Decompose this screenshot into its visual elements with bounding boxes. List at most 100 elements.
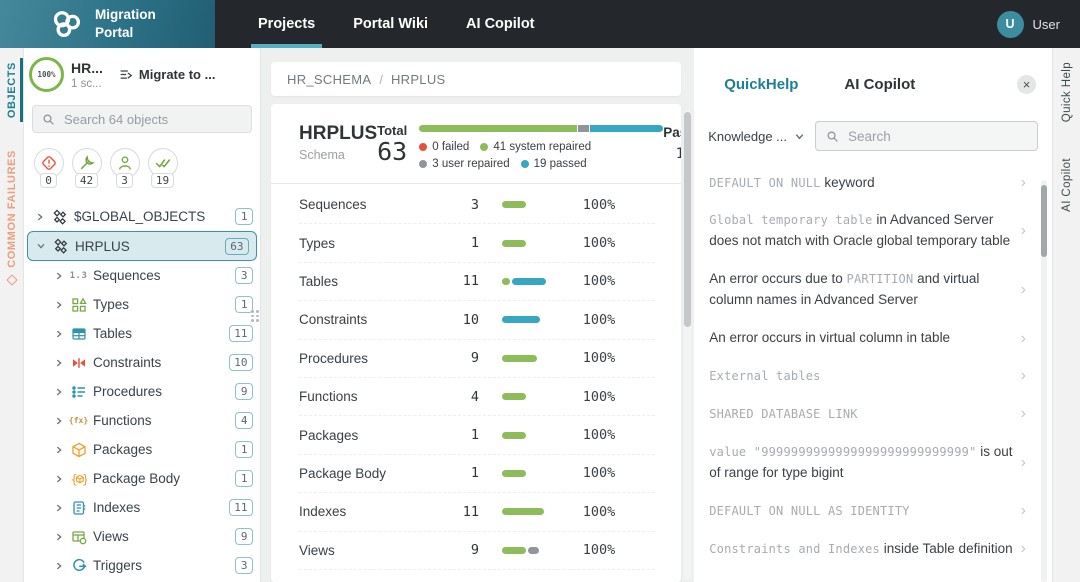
tree-item-views[interactable]: Views9 xyxy=(24,522,260,551)
legend-item: 3 user repaired xyxy=(419,158,509,170)
tree-item-types[interactable]: Types1 xyxy=(24,290,260,319)
status-chip-user-repaired[interactable]: 3 xyxy=(107,148,142,188)
status-chip-passed[interactable]: 19 xyxy=(145,148,180,188)
quickhelp-item[interactable]: Constraints and Indexes inside Table def… xyxy=(709,530,1026,568)
quickhelp-scrollbar-thumb[interactable] xyxy=(1041,185,1047,257)
tree-item-functions[interactable]: {fx}Functions4 xyxy=(24,406,260,435)
quickhelp-scrollbar xyxy=(1041,180,1047,582)
object-row-constraints[interactable]: Constraints10100% xyxy=(299,301,655,339)
nav-tab-projects[interactable]: Projects xyxy=(239,0,334,48)
tree-item-indexes[interactable]: Indexes11 xyxy=(24,493,260,522)
passed-percent: 100% xyxy=(583,235,656,251)
body: OBJECTSCOMMON FAILURES 100% HR... 1 sc..… xyxy=(0,48,1080,582)
code-text: External tables xyxy=(709,369,820,383)
object-row-indexes[interactable]: Indexes11100% xyxy=(299,493,655,531)
object-row-packages[interactable]: Packages1100% xyxy=(299,416,655,454)
object-row-functions[interactable]: Functions4100% xyxy=(299,378,655,416)
passed-percent: 100% xyxy=(583,542,656,558)
tree-item-packages[interactable]: Packages1 xyxy=(24,435,260,464)
chevron-right-icon[interactable] xyxy=(54,474,64,484)
sidebar-search-input[interactable] xyxy=(62,111,242,128)
tree-item-hrplus[interactable]: HRPLUS63 xyxy=(27,231,257,261)
object-row-tables[interactable]: Tables11100% xyxy=(299,263,655,301)
schema-title-block: HRPLUS Schema xyxy=(299,123,377,170)
quickhelp-item-text: SHARED DATABASE LINK xyxy=(709,404,1014,425)
quickhelp-controls: Knowledge ... xyxy=(694,94,1052,151)
tree-item-package-body[interactable]: {}Package Body1 xyxy=(24,464,260,493)
tree-item-triggers[interactable]: Triggers3 xyxy=(24,551,260,580)
breadcrumb-current: HRPLUS xyxy=(391,72,446,87)
chevron-right-icon: › xyxy=(1021,223,1026,239)
chevron-right-icon[interactable] xyxy=(35,212,45,222)
quickhelp-item[interactable]: DEFAULT ON NULL keyword› xyxy=(709,164,1026,202)
app-title: Migration Portal xyxy=(95,6,156,41)
legend-dot xyxy=(521,160,529,168)
tree-item-sequences[interactable]: 1.3Sequences3 xyxy=(24,261,260,290)
chevron-right-icon[interactable] xyxy=(54,445,64,455)
chevron-right-icon[interactable] xyxy=(54,300,64,310)
knowledge-dropdown[interactable]: Knowledge ... xyxy=(708,129,805,144)
chevron-right-icon[interactable] xyxy=(54,358,64,368)
tab-quickhelp[interactable]: QuickHelp xyxy=(724,76,798,93)
quickhelp-search[interactable] xyxy=(815,121,1038,151)
object-row-views[interactable]: Views9100% xyxy=(299,532,655,570)
object-row-package-body[interactable]: Package Body1100% xyxy=(299,455,655,493)
sidebar-search[interactable] xyxy=(32,105,252,133)
migrate-label: Migrate to ... xyxy=(139,67,216,82)
main-panel: HR_SCHEMA / HRPLUS HRPLUS Schema Total 6… xyxy=(261,48,694,582)
code-text: Constraints and Indexes xyxy=(709,542,880,556)
rail-tab-quick-help[interactable]: Quick Help xyxy=(1061,62,1073,122)
quickhelp-list: DEFAULT ON NULL keyword›Global temporary… xyxy=(694,164,1052,582)
tree-item-tables[interactable]: Tables11 xyxy=(24,319,260,348)
count-badge: 1 xyxy=(235,470,253,487)
progress-block: 0 failed41 system repaired3 user repaire… xyxy=(419,123,663,170)
passed-percent: 100% xyxy=(583,350,656,366)
rail-tab-common-failures[interactable]: COMMON FAILURES xyxy=(0,148,23,286)
rail-tab-objects[interactable]: OBJECTS xyxy=(0,60,23,120)
close-panel-button[interactable]: × xyxy=(1017,75,1036,94)
breadcrumb-schema[interactable]: HR_SCHEMA xyxy=(287,72,371,87)
object-progress-bar xyxy=(502,278,546,285)
object-progress-bar xyxy=(502,355,537,362)
status-chip-system-repaired[interactable]: 42 xyxy=(69,148,104,188)
count-badge: 10 xyxy=(229,354,253,371)
user-avatar[interactable]: U xyxy=(997,11,1024,38)
object-row-types[interactable]: Types1100% xyxy=(299,224,655,262)
chevron-down-icon xyxy=(794,131,805,142)
chevron-right-icon[interactable] xyxy=(54,329,64,339)
quickhelp-item[interactable]: External tables› xyxy=(709,358,1026,396)
quickhelp-item[interactable]: An error occurs due to PARTITION and vir… xyxy=(709,261,1026,320)
object-row-procedures[interactable]: Procedures9100% xyxy=(299,340,655,378)
tree-item-global-objects[interactable]: $GLOBAL_OBJECTS1 xyxy=(24,202,260,231)
quickhelp-item[interactable]: An error occurs in virtual column in tab… xyxy=(709,320,1026,358)
main-scrollbar-thumb[interactable] xyxy=(684,112,691,327)
chevron-right-icon[interactable] xyxy=(54,271,64,281)
chevron-right-icon[interactable] xyxy=(54,561,64,571)
tab-ai-copilot[interactable]: AI Copilot xyxy=(844,76,915,93)
chevron-right-icon[interactable] xyxy=(54,532,64,542)
left-rail: OBJECTS COMMON FAILURES xyxy=(0,48,24,582)
tree-item-constraints[interactable]: Constraints10 xyxy=(24,348,260,377)
passed-percent: 100% xyxy=(583,197,656,213)
sidebar-resize-handle[interactable] xyxy=(251,310,259,322)
object-row-sequences[interactable]: Sequences3100% xyxy=(299,186,655,224)
chevron-right-icon[interactable] xyxy=(54,387,64,397)
object-type-label: Types xyxy=(299,236,439,251)
quickhelp-item[interactable]: value "9999999999999999999999999999" is … xyxy=(709,433,1026,492)
quickhelp-search-input[interactable] xyxy=(846,128,1027,145)
count-badge: 4 xyxy=(235,412,253,429)
chevron-right-icon[interactable] xyxy=(54,503,64,513)
chevron-down-icon[interactable] xyxy=(36,241,46,251)
legend-dot xyxy=(480,143,488,151)
status-chip-failed[interactable]: 0 xyxy=(31,148,66,188)
rail-tab-ai-copilot[interactable]: AI Copilot xyxy=(1061,158,1073,212)
quickhelp-item[interactable]: DEFAULT ON NULL AS IDENTITY› xyxy=(709,492,1026,530)
quickhelp-item[interactable]: SHARED DATABASE LINK› xyxy=(709,395,1026,433)
schema-title: HRPLUS xyxy=(299,123,377,145)
tree-item-procedures[interactable]: Procedures9 xyxy=(24,377,260,406)
migrate-to-button[interactable]: Migrate to ... xyxy=(118,67,216,83)
quickhelp-item[interactable]: Global temporary table in Advanced Serve… xyxy=(709,202,1026,261)
chevron-right-icon[interactable] xyxy=(54,416,64,426)
nav-tab-portal-wiki[interactable]: Portal Wiki xyxy=(334,0,447,48)
nav-tab-ai-copilot[interactable]: AI Copilot xyxy=(447,0,553,48)
